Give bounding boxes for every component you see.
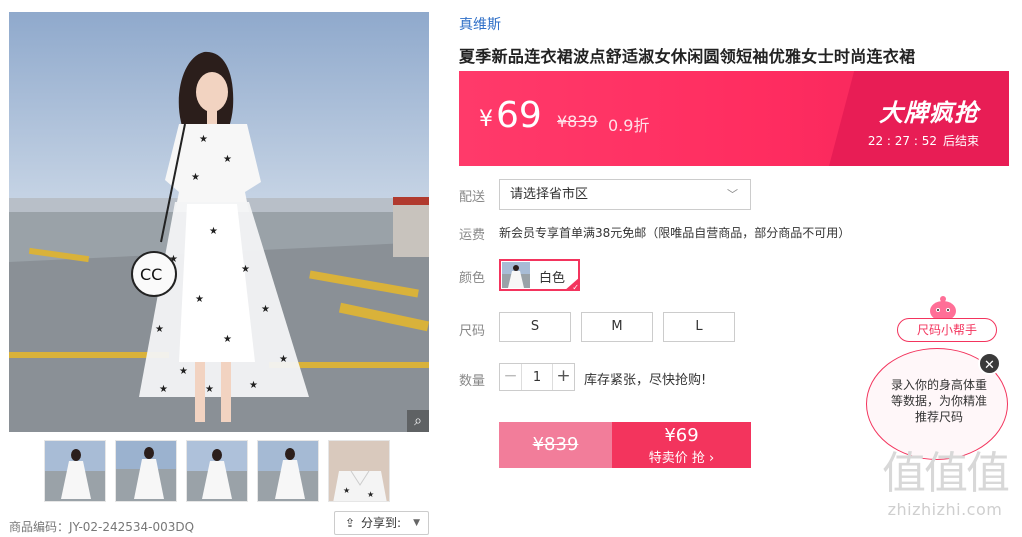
- size-label: 尺码: [459, 324, 486, 339]
- price-banner: ¥ 69 ¥839 0.9折 大牌疯抢 22 : 27 : 52 后结束: [459, 71, 1009, 166]
- shipping-label: 运费: [459, 228, 486, 243]
- thumbnail-1[interactable]: [44, 440, 106, 502]
- color-swatch-image: [502, 262, 530, 288]
- svg-text:★: ★: [249, 380, 258, 391]
- quantity-stepper: − +: [499, 363, 575, 391]
- currency-symbol: ¥: [479, 107, 493, 132]
- thumbnail-image: [258, 441, 318, 501]
- svg-text:★: ★: [191, 172, 200, 183]
- thumbnail-5[interactable]: ★ ★: [328, 440, 390, 502]
- countdown-end-label: 后结束: [942, 134, 979, 148]
- svg-text:★: ★: [367, 490, 374, 499]
- watermark-logo: 值值值: [882, 448, 1010, 499]
- size-helper-button[interactable]: 尺码小帮手: [897, 318, 997, 342]
- region-select[interactable]: 请选择省市区 ﹀: [499, 179, 751, 210]
- size-option-l[interactable]: L: [663, 312, 735, 342]
- quantity-decrease-button[interactable]: −: [500, 364, 522, 390]
- thumbnail-3[interactable]: [186, 440, 248, 502]
- buy-button[interactable]: ¥839 ¥69 特卖价 抢 ›: [499, 422, 751, 468]
- thumbnail-image: [187, 441, 247, 501]
- brand-link[interactable]: 真维斯: [459, 14, 501, 34]
- shipping-info: 新会员专享首单满38元免邮（限唯品自营商品，部分商品不可用）: [499, 226, 851, 240]
- chevron-down-icon: ﹀: [727, 188, 738, 201]
- size-option-m[interactable]: M: [581, 312, 653, 342]
- buy-action-label: 特卖价 抢 ›: [648, 451, 715, 466]
- product-title: 夏季新品连衣裙波点舒适淑女休闲圆领短袖优雅女士时尚连衣裙: [459, 47, 916, 66]
- thumbnail-image: ★ ★: [329, 441, 389, 501]
- size-option-s[interactable]: S: [499, 312, 571, 342]
- thumbnail-strip: ★ ★: [44, 440, 394, 502]
- product-code: 商品编码：JY-02-242534-003DQ: [9, 520, 195, 534]
- discount-rate: 0.9折: [608, 116, 650, 135]
- quantity-increase-button[interactable]: +: [552, 364, 574, 390]
- buy-action-box: ¥69 特卖价 抢 ›: [612, 422, 751, 468]
- color-option-label: 白色: [539, 271, 566, 286]
- svg-text:★: ★: [159, 384, 168, 395]
- check-icon: ✓: [564, 277, 580, 291]
- thumbnail-image: [116, 441, 176, 501]
- watermark: 值值值 zhizhizhi.com: [870, 448, 1020, 520]
- stock-tip: 库存紧张，尽快抢购!: [584, 373, 707, 388]
- color-option-white[interactable]: 白色 ✓: [499, 259, 580, 291]
- watermark-url: zhizhizhi.com: [887, 500, 1003, 519]
- svg-text:★: ★: [261, 304, 270, 315]
- buy-original-price: ¥839: [532, 434, 579, 455]
- dress-photo-illustration: ★★★ ★★★ ★★★ ★★★ ★★ ★ CC: [9, 12, 429, 432]
- svg-text:★: ★: [195, 294, 204, 305]
- svg-text:★: ★: [241, 264, 250, 275]
- buy-original-price-box: ¥839: [499, 422, 612, 468]
- svg-text:★: ★: [155, 324, 164, 335]
- countdown-value: 22 : 27 : 52: [867, 134, 937, 148]
- quantity-label: 数量: [459, 374, 486, 389]
- svg-text:★: ★: [279, 354, 288, 365]
- share-icon: ⇪: [345, 516, 356, 530]
- svg-text:★: ★: [205, 384, 214, 395]
- size-helper-text: 录入你的身高体重等数据，为你精准推荐尺码: [890, 378, 987, 424]
- delivery-label: 配送: [459, 190, 486, 205]
- thumbnail-2[interactable]: [115, 440, 177, 502]
- thumbnail-image: [45, 441, 105, 501]
- original-price: ¥839: [557, 112, 598, 131]
- share-button[interactable]: ⇪ 分享到: ▼: [334, 511, 429, 535]
- share-label: 分享到:: [361, 516, 402, 530]
- chevron-down-icon: ▼: [413, 518, 420, 528]
- quantity-input[interactable]: [522, 364, 552, 390]
- color-label: 颜色: [459, 271, 486, 286]
- buy-price: ¥69: [664, 425, 699, 446]
- region-select-value: 请选择省市区: [510, 187, 589, 202]
- svg-text:★: ★: [343, 486, 350, 495]
- svg-text:★: ★: [209, 226, 218, 237]
- promo-title: 大牌疯抢: [879, 99, 979, 127]
- svg-text:★: ★: [199, 134, 208, 145]
- countdown-timer: 22 : 27 : 52 后结束: [868, 132, 979, 149]
- close-icon[interactable]: ✕: [978, 352, 1001, 375]
- thumbnail-4[interactable]: [257, 440, 319, 502]
- main-product-image[interactable]: ★ ★ ★ ★ ★ ★ ★ ★ ★ ★ ★ ★ ★ ★ ★ CC ⌕: [9, 12, 429, 432]
- svg-text:★: ★: [223, 334, 232, 345]
- current-price: 69: [496, 95, 542, 136]
- svg-text:★: ★: [179, 366, 188, 377]
- svg-text:★: ★: [223, 154, 232, 165]
- svg-text:CC: CC: [140, 265, 162, 284]
- magnifier-icon[interactable]: ⌕: [407, 410, 429, 432]
